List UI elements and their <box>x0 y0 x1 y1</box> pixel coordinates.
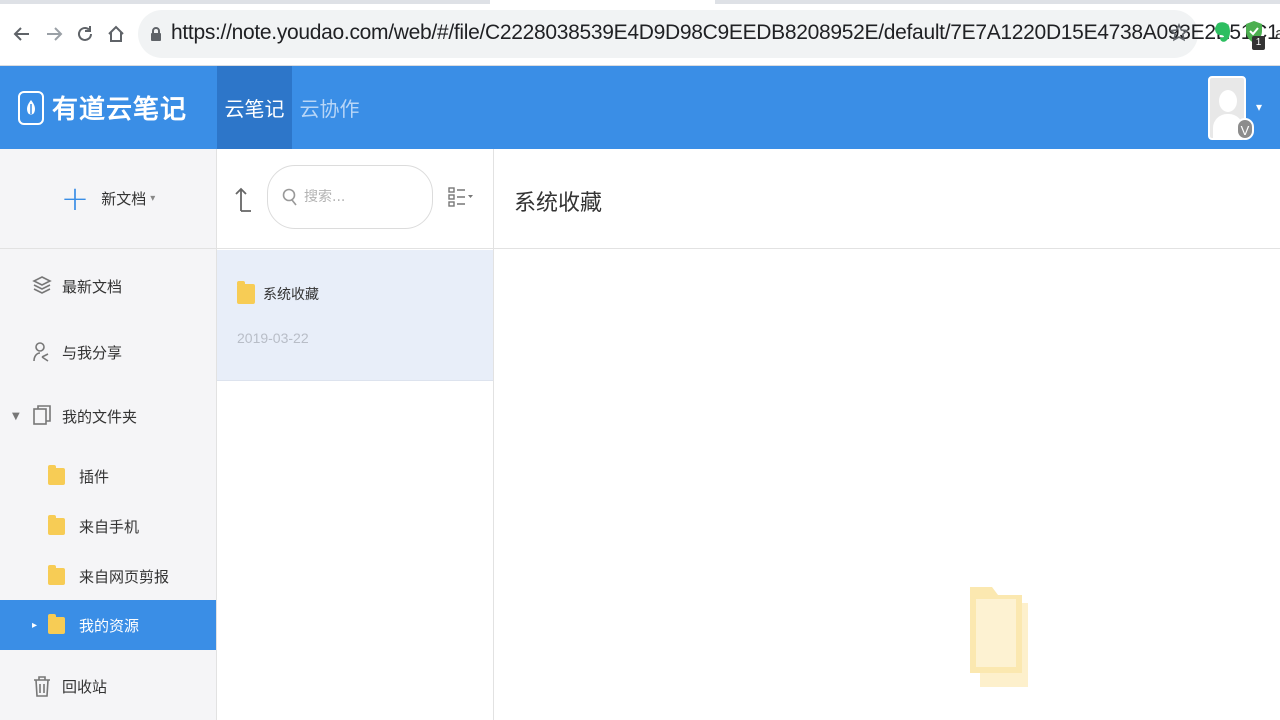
folder-label: 我的资源 <box>79 616 140 635</box>
search-input[interactable] <box>304 189 414 205</box>
up-level-button[interactable] <box>233 185 255 213</box>
folder-item[interactable]: 来自手机 <box>0 501 216 551</box>
logo-text: 有道云笔记 <box>52 95 188 125</box>
new-doc-button[interactable]: + 新文档 ▾ <box>0 149 216 249</box>
empty-folder-icon <box>968 585 1040 689</box>
address-bar[interactable]: https://note.youdao.com/web/#/file/C2228… <box>138 10 1280 58</box>
new-doc-label: 新文档 <box>101 190 147 208</box>
search-box[interactable] <box>267 165 433 229</box>
folder-icon <box>48 613 65 634</box>
evernote-extension[interactable] <box>1212 20 1236 48</box>
home-icon <box>108 25 124 42</box>
folder-item-selected[interactable]: ▸ 我的资源 <box>0 600 216 650</box>
list-item-title: 系统收藏 <box>263 287 319 303</box>
back-button[interactable] <box>7 19 37 49</box>
sidebar-item-label: 回收站 <box>62 677 108 696</box>
folder-label: 来自网页剪报 <box>79 567 170 586</box>
app-logo[interactable]: 有道云笔记 <box>18 89 187 126</box>
sidebar-item-trash[interactable]: 回收站 <box>0 661 216 711</box>
extension-badge: 1 <box>1252 36 1265 50</box>
url-text: https://note.youdao.com/web/#/file/C2228… <box>171 21 1280 44</box>
folder-label: 插件 <box>79 467 110 486</box>
chevron-down-icon[interactable]: ▾ <box>1256 100 1262 114</box>
sidebar-item-recent[interactable]: 最新文档 <box>0 261 216 311</box>
folder-item[interactable]: 来自网页剪报 <box>0 551 216 601</box>
forward-button[interactable] <box>39 19 69 49</box>
bookmark-button[interactable] <box>1166 20 1192 46</box>
expand-triangle-icon[interactable]: ▼ <box>12 411 26 422</box>
tab-cloud-collab[interactable]: 云协作 <box>292 66 367 149</box>
reload-icon <box>78 26 92 41</box>
user-share-icon <box>32 341 52 363</box>
list-item-date: 2019-03-22 <box>237 330 309 346</box>
list-item[interactable]: 系统收藏 2019-03-22 <box>217 250 493 381</box>
folder-outline-icon <box>32 405 52 427</box>
folder-icon <box>48 564 65 585</box>
extension-cut-label: a <box>1275 24 1280 43</box>
content-pane: 系统收藏 <box>494 149 1280 720</box>
content-header: 系统收藏 <box>494 149 1280 249</box>
folder-icon <box>48 464 65 485</box>
page-title: 系统收藏 <box>514 191 603 216</box>
arrow-up-icon <box>235 187 251 212</box>
vip-badge: V <box>1236 118 1254 140</box>
trash-icon <box>32 675 52 697</box>
tab-cloud-notes[interactable]: 云笔记 <box>217 66 292 149</box>
arrow-right-icon <box>47 27 63 41</box>
folder-icon <box>48 514 65 535</box>
sidebar-item-label: 最新文档 <box>62 277 123 296</box>
sidebar-item-label: 我的文件夹 <box>62 407 138 426</box>
reload-button[interactable] <box>70 19 100 49</box>
folder-label: 来自手机 <box>79 517 140 536</box>
view-mode-button[interactable] <box>447 185 475 209</box>
tab-strip <box>0 0 1280 4</box>
list-toolbar <box>217 149 493 249</box>
logo-icon <box>18 90 44 125</box>
folder-icon <box>237 281 255 304</box>
browser-toolbar: https://note.youdao.com/web/#/file/C2228… <box>0 0 1280 66</box>
active-tab[interactable] <box>490 0 715 4</box>
home-button[interactable] <box>101 19 131 49</box>
star-icon <box>1169 23 1189 42</box>
lock-icon <box>151 27 161 41</box>
note-list-panel: 系统收藏 2019-03-22 <box>217 149 494 720</box>
sidebar-item-label: 与我分享 <box>62 343 123 362</box>
caret-down-icon: ▾ <box>150 193 156 204</box>
sidebar: + 新文档 ▾ 最新文档 与我分享 ▼ 我的文件夹 插件 来自手机 来自网页剪报… <box>0 149 217 720</box>
expand-triangle-icon[interactable]: ▸ <box>32 620 42 631</box>
arrow-left-icon <box>13 27 29 41</box>
app-header: 有道云笔记 云笔记 云协作 <box>0 66 1280 149</box>
list-item-title-row: 系统收藏 <box>237 281 319 304</box>
search-icon <box>282 188 297 206</box>
folder-item[interactable]: 插件 <box>0 451 216 501</box>
list-view-icon <box>448 187 473 207</box>
sidebar-item-shared[interactable]: 与我分享 <box>0 327 216 377</box>
evernote-icon <box>1215 22 1230 42</box>
shield-extension[interactable]: 1 <box>1244 20 1268 50</box>
sidebar-item-my-folders[interactable]: ▼ 我的文件夹 <box>0 391 216 441</box>
avatar-head <box>1219 90 1237 112</box>
layers-icon <box>32 275 52 297</box>
plus-icon: + <box>60 178 90 219</box>
